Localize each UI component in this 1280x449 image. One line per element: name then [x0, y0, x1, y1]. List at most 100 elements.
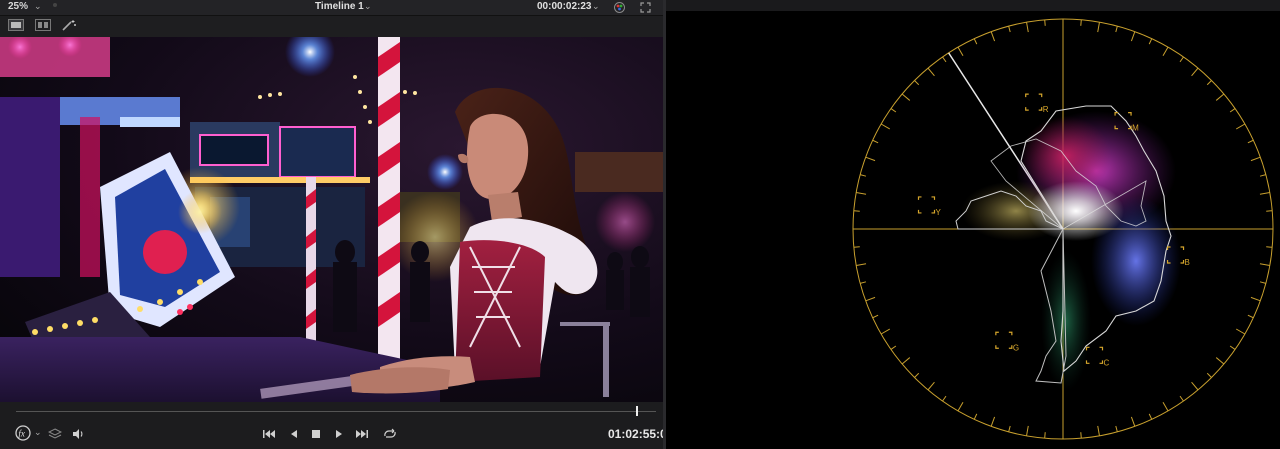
vectorscope-tick [1229, 108, 1236, 113]
vectorscope-tick [1080, 19, 1082, 26]
vectorscope-tick [1097, 22, 1100, 33]
vectorscope-tick [957, 46, 964, 57]
vectorscope-trace [955, 105, 1181, 391]
vectorscope-tick [942, 395, 947, 402]
viewer-toolbar [0, 16, 663, 36]
vectorscope-tick [1026, 425, 1029, 436]
fx-icon[interactable]: fx [15, 425, 33, 441]
vectorscope-tick [973, 413, 978, 420]
vectorscope-tick [872, 139, 879, 144]
vectorscope-tick [1115, 26, 1118, 33]
dual-viewer-icon[interactable] [35, 19, 51, 31]
vectorscope-tick [1026, 22, 1029, 33]
target-y: Y [917, 196, 942, 217]
vectorscope-tick [1229, 345, 1236, 350]
vectorscope-tick [853, 246, 860, 248]
transport-controls: fx ⌄ 01:02:55:0 [0, 420, 667, 449]
video-frame[interactable] [0, 37, 663, 402]
vectorscope-tick [1191, 67, 1199, 77]
loop-icon[interactable] [382, 427, 398, 441]
vectorscope-tick [890, 345, 897, 350]
timecode-chevron-down-icon[interactable]: ⌄ [592, 1, 600, 12]
svg-text:fx: fx [18, 429, 25, 439]
vectorscope-tick [860, 281, 867, 284]
stop-icon[interactable] [309, 427, 323, 441]
zoom-level[interactable]: 25% [8, 1, 28, 12]
vectorscope-tick [990, 416, 996, 427]
vectorscope-tick [914, 80, 920, 86]
vectorscope-tick [957, 401, 964, 412]
vectorscope-tick [1215, 93, 1225, 101]
magic-wand-icon[interactable] [61, 19, 77, 31]
vectorscope-tick [880, 123, 891, 130]
single-viewer-icon[interactable] [8, 19, 24, 31]
vectorscope-tick [1235, 328, 1246, 335]
vectorscope-tick [1162, 46, 1169, 57]
target-r: R [1025, 93, 1049, 114]
vectorscope: R M B C G Y [852, 18, 1274, 440]
vectorscope-tick [1148, 413, 1153, 420]
target-g: G [995, 331, 1019, 352]
vectorscope-tick [865, 156, 876, 162]
vectorscope-tick [856, 263, 867, 266]
vectorscope-tick [901, 357, 911, 365]
target-label: C [1103, 358, 1109, 367]
playhead[interactable] [635, 406, 638, 416]
jump-to-start-icon[interactable] [262, 427, 276, 441]
vectorscope-tick [1130, 416, 1136, 427]
vectorscope-tick [1250, 296, 1261, 302]
play-icon[interactable] [332, 427, 346, 441]
scrubber-bar[interactable] [0, 402, 663, 420]
vectorscope-panel: R M B C G Y [666, 0, 1280, 449]
vectorscope-tick [1266, 246, 1273, 248]
speaker-icon[interactable] [71, 427, 85, 441]
scrubber-track[interactable] [16, 411, 656, 412]
video-frame-image [0, 37, 663, 402]
vectorscope-tick [860, 174, 867, 177]
target-c: C [1085, 346, 1109, 367]
fullscreen-expand-icon[interactable] [640, 2, 651, 13]
vectorscope-tick [1179, 56, 1184, 63]
record-timecode: 01:02:55:0 [608, 427, 667, 441]
vectorscope-tick [927, 67, 935, 77]
vectorscope-tick [1259, 192, 1270, 195]
jump-to-end-icon[interactable] [355, 427, 369, 441]
target-label: B [1185, 258, 1190, 267]
target-label: M [1132, 124, 1139, 133]
fx-chevron-down-icon[interactable]: ⌄ [34, 427, 42, 438]
vectorscope-tick [1044, 19, 1046, 26]
vectorscope-tick [1130, 31, 1136, 42]
vectorscope-tick [853, 210, 860, 212]
separator-dot [53, 3, 57, 7]
vectorscope-tick [1247, 314, 1254, 319]
vectorscope-tick [1247, 139, 1254, 144]
timeline-chevron-down-icon[interactable]: ⌄ [364, 1, 372, 12]
vectorscope-tick [1097, 425, 1100, 436]
zoom-chevron-down-icon[interactable]: ⌄ [34, 1, 42, 12]
vectorscope-tick [1115, 425, 1118, 432]
play-reverse-icon[interactable] [287, 427, 301, 441]
vectorscope-tick [1250, 156, 1261, 162]
source-timecode[interactable]: 00:00:02:23 [537, 1, 591, 12]
vectorscope-tick [1235, 123, 1246, 130]
layers-icon[interactable] [48, 427, 62, 441]
vectorscope-tick [1044, 432, 1046, 439]
vectorscope-tick [1008, 425, 1011, 432]
vectorscope-tick [1191, 381, 1199, 391]
viewer-header: 25% ⌄ Timeline 1 ⌄ 00:00:02:23 ⌄ [0, 0, 663, 16]
timeline-title[interactable]: Timeline 1 [315, 1, 364, 12]
target-label: G [1013, 343, 1019, 352]
target-label: Y [936, 208, 942, 217]
vectorscope-tick [942, 56, 947, 63]
viewer-panel: 25% ⌄ Timeline 1 ⌄ 00:00:02:23 ⌄ fx ⌄ 01… [0, 0, 667, 449]
vectorscope-tick [927, 381, 935, 391]
scope-header [666, 0, 1280, 11]
vectorscope-tick [901, 93, 911, 101]
vectorscope-tick [890, 108, 897, 113]
vectorscope-tick [1215, 357, 1225, 365]
color-wheel-icon[interactable] [613, 1, 626, 14]
vectorscope-tick [865, 296, 876, 302]
target-label: R [1043, 105, 1049, 114]
vectorscope-tick [973, 38, 978, 45]
vectorscope-tick [856, 192, 867, 195]
